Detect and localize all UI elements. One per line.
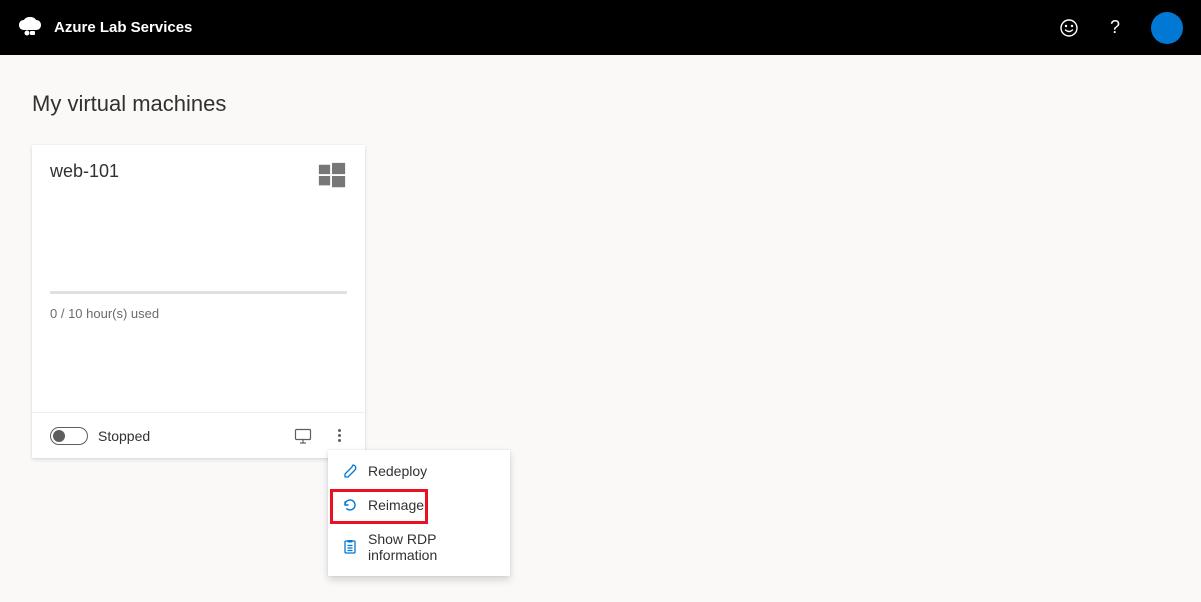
menu-label: Redeploy: [368, 463, 427, 479]
vm-actions: [294, 425, 347, 446]
brand-label: Azure Lab Services: [54, 19, 192, 36]
vm-card-header: web-101: [32, 145, 365, 191]
usage-progress-bar: [50, 291, 347, 294]
header-right: ?: [1059, 12, 1183, 44]
menu-label: Show RDP information: [368, 531, 496, 563]
vm-card-spacer: [32, 337, 365, 412]
menu-item-reimage[interactable]: Reimage: [328, 488, 510, 522]
more-menu-button[interactable]: [332, 425, 347, 446]
vm-card-body: [32, 191, 365, 291]
header-left: Azure Lab Services: [18, 16, 192, 40]
feedback-icon[interactable]: [1059, 18, 1079, 38]
vm-usage-text: 0 / 10 hour(s) used: [50, 306, 347, 321]
page-title: My virtual machines: [32, 91, 1169, 117]
toggle-knob: [53, 430, 65, 442]
vm-name: web-101: [50, 161, 119, 182]
vm-status-text: Stopped: [98, 428, 150, 444]
top-header: Azure Lab Services ?: [0, 0, 1201, 55]
azure-lab-logo-icon: [18, 16, 42, 40]
vm-context-menu: Redeploy Reimage Show RDP information: [328, 450, 510, 576]
windows-os-icon: [317, 161, 347, 191]
clipboard-icon: [342, 539, 358, 555]
vm-status-area: Stopped: [50, 427, 150, 445]
avatar[interactable]: [1151, 12, 1183, 44]
help-icon[interactable]: ?: [1105, 18, 1125, 38]
main-content: My virtual machines web-101 0 / 10 hour(…: [0, 55, 1201, 494]
menu-item-redeploy[interactable]: Redeploy: [328, 454, 510, 488]
refresh-icon: [342, 497, 358, 513]
menu-item-rdp[interactable]: Show RDP information: [328, 522, 510, 572]
vm-card-footer: Stopped: [32, 412, 365, 458]
menu-label: Reimage: [368, 497, 424, 513]
power-toggle[interactable]: [50, 427, 88, 445]
connect-monitor-icon[interactable]: [294, 427, 312, 445]
vm-usage-section: 0 / 10 hour(s) used: [32, 291, 365, 337]
wrench-icon: [342, 463, 358, 479]
vm-card: web-101 0 / 10 hour(s) used Stopped: [32, 145, 365, 458]
